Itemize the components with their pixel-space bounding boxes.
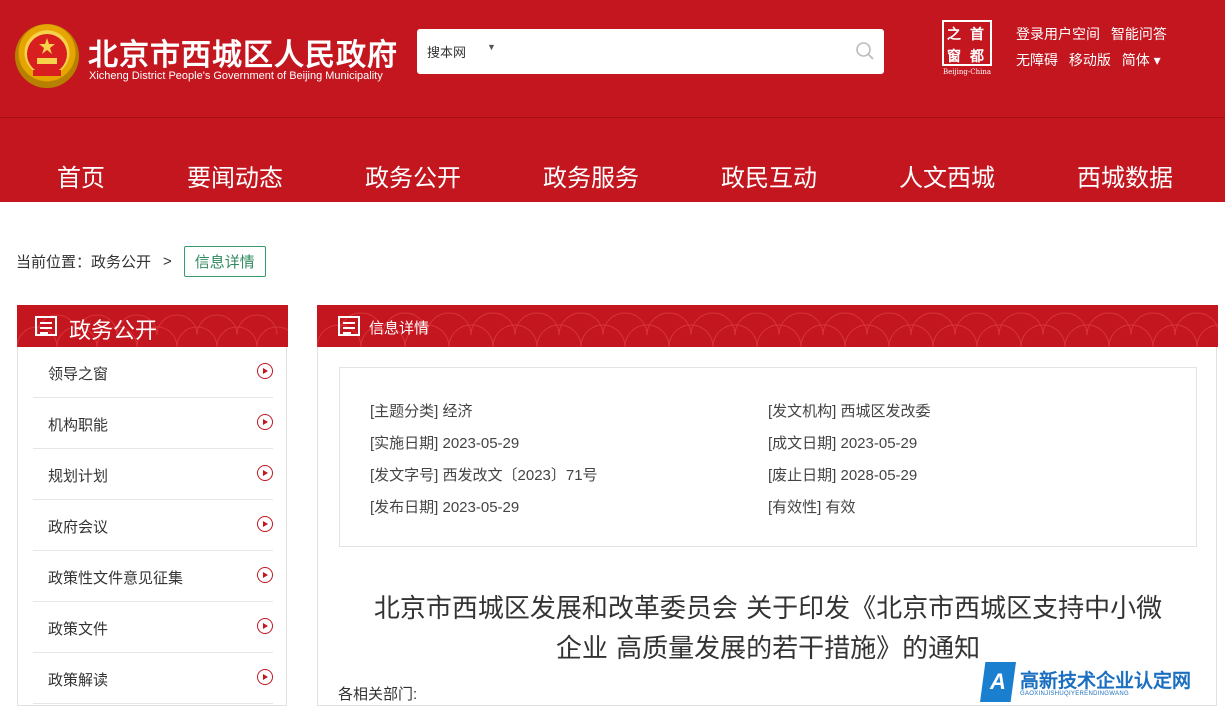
meta-publish-date: [发布日期] 2023-05-29 [370, 499, 520, 516]
accessibility-link[interactable]: 无障碍 [1016, 52, 1058, 68]
sidebar-item-label: 机构职能 [48, 417, 109, 434]
sidebar-item-label: 政策性文件意见征集 [48, 570, 184, 587]
sidebar-item-label: 政策文件 [48, 621, 109, 638]
arrow-right-circle-icon [257, 618, 273, 634]
sidebar-item-label: 政府会议 [48, 519, 109, 536]
nav-gov-services[interactable]: 政务服务 [543, 158, 639, 193]
nav-gov-affairs-open[interactable]: 政务公开 [365, 158, 461, 193]
nav-home[interactable]: 首页 [57, 158, 105, 193]
capital-logo-caption: Beijing-China [942, 68, 992, 76]
arrow-right-circle-icon [257, 465, 273, 481]
sidebar-item-leaders[interactable]: 领导之窗 [33, 347, 273, 398]
site-subtitle: Xicheng District People's Government of … [89, 70, 383, 82]
top-links: 登录用户空间 智能问答 无障碍 移动版 简体 ▾ [1016, 24, 1216, 76]
search-icon[interactable] [854, 40, 876, 62]
arrow-right-circle-icon [257, 669, 273, 685]
arrow-right-circle-icon [257, 363, 273, 379]
login-user-space-link[interactable]: 登录用户空间 [1016, 26, 1100, 42]
meta-issuer: [发文机构] 西城区发改委 [768, 403, 931, 420]
main-panel-title: 信息详情 [369, 320, 430, 337]
list-icon [338, 316, 360, 336]
main-panel-header: 信息详情 [317, 305, 1218, 347]
sidebar-item-policy-interpretation[interactable]: 政策解读 [33, 653, 273, 704]
sidebar-item-plans[interactable]: 规划计划 [33, 449, 273, 500]
language-select[interactable]: 简体 ▾ [1122, 52, 1161, 68]
meta-effective-date: [实施日期] 2023-05-29 [370, 435, 520, 452]
breadcrumb-current: 信息详情 [183, 245, 266, 277]
sidebar-item-functions[interactable]: 机构职能 [33, 398, 273, 449]
meta-doc-number: [发文字号] 西发改文〔2023〕71号 [370, 467, 598, 484]
sidebar-item-label: 领导之窗 [48, 366, 109, 383]
meta-repeal-date: [废止日期] 2028-05-29 [768, 467, 918, 484]
sidebar-item-policy-docs[interactable]: 政策文件 [33, 602, 273, 653]
watermark-text: 高新技术企业认定网 [1020, 670, 1192, 692]
breadcrumb-parent-link[interactable]: 政务公开 [91, 251, 151, 272]
wave-pattern [317, 312, 1218, 347]
list-icon [35, 316, 57, 336]
sidebar: 政务公开 领导之窗 机构职能 规划计划 政府会议 政策性文件意见征集 政策文件 … [17, 305, 288, 706]
arrow-right-circle-icon [257, 516, 273, 532]
sidebar-item-meetings[interactable]: 政府会议 [33, 500, 273, 551]
watermark-logo: A 高新技术企业认定网 GAOXINJISHUQIYERENDINGWANG [980, 660, 1225, 706]
sidebar-item-consultation[interactable]: 政策性文件意见征集 [33, 551, 273, 602]
search-box: 搜本网 ▼ [417, 29, 884, 74]
document-meta: [主题分类] 经济 [发文机构] 西城区发改委 [实施日期] 2023-05-2… [339, 367, 1197, 547]
meta-written-date: [成文日期] 2023-05-29 [768, 435, 918, 452]
nav-culture[interactable]: 人文西城 [899, 158, 995, 193]
meta-topic: [主题分类] 经济 [370, 403, 473, 420]
sidebar-item-label: 规划计划 [48, 468, 109, 485]
nav-interaction[interactable]: 政民互动 [721, 158, 817, 193]
search-input[interactable] [507, 37, 837, 65]
sidebar-title: 政务公开 [69, 319, 158, 344]
sidebar-list: 领导之窗 机构职能 规划计划 政府会议 政策性文件意见征集 政策文件 政策解读 [33, 347, 273, 704]
capital-window-logo[interactable]: 之 首 窗 都 Beijing-China [940, 20, 994, 78]
document-greeting: 各相关部门: [338, 686, 418, 703]
document-title: 北京市西城区发展和改革委员会 关于印发《北京市西城区支持中小微 企业 高质量发展… [328, 589, 1208, 669]
arrow-right-circle-icon [257, 414, 273, 430]
nav-data[interactable]: 西城数据 [1077, 158, 1173, 193]
site-header: 北京市西城区人民政府 Xicheng District People's Gov… [0, 0, 1225, 118]
watermark-logo-mark: A [980, 662, 1016, 702]
mobile-version-link[interactable]: 移动版 [1069, 52, 1111, 68]
main-nav: 首页 要闻动态 政务公开 政务服务 政民互动 人文西城 西城数据 [0, 118, 1225, 202]
document-title-line: 北京市西城区发展和改革委员会 关于印发《北京市西城区支持中小微 [373, 594, 1163, 624]
meta-validity: [有效性] 有效 [768, 499, 856, 516]
sidebar-item-label: 政策解读 [48, 672, 109, 689]
watermark-subtext: GAOXINJISHUQIYERENDINGWANG [1020, 691, 1129, 697]
breadcrumb: 当前位置： 政务公开 > 信息详情 [16, 245, 266, 277]
smart-qa-link[interactable]: 智能问答 [1111, 26, 1167, 42]
national-emblem-icon [15, 24, 79, 88]
breadcrumb-prefix: 当前位置： [16, 253, 92, 271]
search-scope-select[interactable]: 搜本网 [427, 42, 466, 61]
caret-down-icon[interactable]: ▼ [487, 42, 496, 52]
nav-news[interactable]: 要闻动态 [187, 158, 283, 193]
sidebar-header: 政务公开 [17, 305, 288, 347]
arrow-right-circle-icon [257, 567, 273, 583]
main-panel: 信息详情 [主题分类] 经济 [发文机构] 西城区发改委 [实施日期] 2023… [317, 305, 1218, 706]
breadcrumb-separator: > [163, 252, 172, 270]
site-title[interactable]: 北京市西城区人民政府 [88, 30, 398, 74]
